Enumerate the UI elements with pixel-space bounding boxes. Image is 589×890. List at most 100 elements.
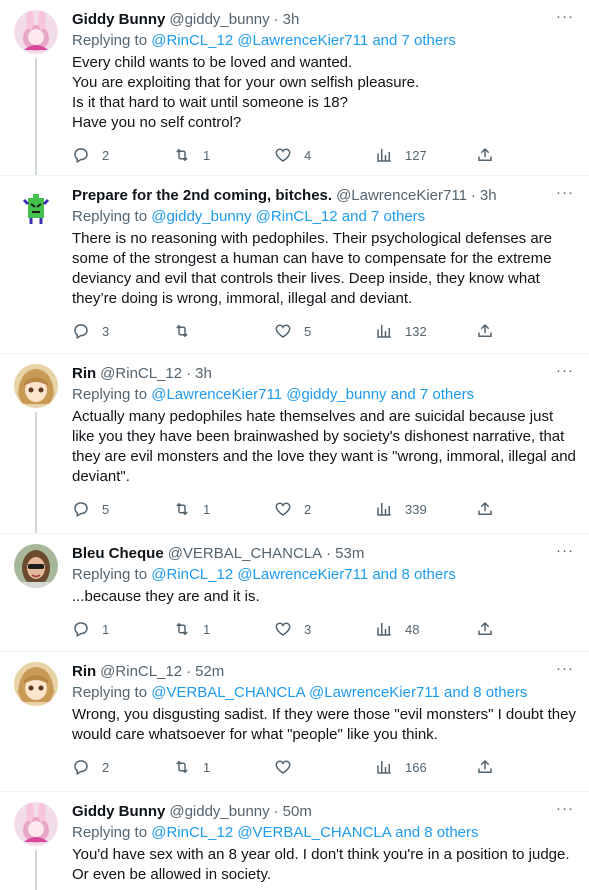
like-button[interactable]: 3 (274, 620, 334, 638)
reply-count: 5 (102, 501, 110, 517)
views-button[interactable]: 166 (375, 758, 435, 776)
like-button[interactable]: 2 (274, 500, 334, 518)
tweet[interactable]: Prepare for the 2nd coming, bitches. @La… (0, 176, 589, 354)
user-handle[interactable]: @LawrenceKier711 (336, 186, 467, 206)
display-name[interactable]: Giddy Bunny (72, 10, 165, 30)
reply-button[interactable]: 1 (72, 620, 132, 638)
like-button[interactable] (274, 758, 334, 776)
share-button[interactable] (476, 322, 496, 340)
action-bar: 5 1 2 339 (72, 499, 502, 519)
views-button[interactable]: 48 (375, 620, 435, 638)
view-count: 127 (405, 147, 427, 163)
tweet-header: Prepare for the 2nd coming, bitches. @La… (72, 186, 577, 206)
replying-mentions[interactable]: @RinCL_12 @LawrenceKier711 and 7 others (151, 32, 456, 49)
replying-prefix: Replying to (72, 208, 152, 225)
more-icon[interactable]: ··· (555, 543, 575, 562)
user-handle[interactable]: @RinCL_12 (100, 364, 182, 384)
thread-line (35, 850, 37, 890)
retweet-button[interactable] (173, 322, 233, 340)
reply-button[interactable]: 2 (72, 758, 132, 776)
more-icon[interactable]: ··· (555, 9, 575, 28)
more-icon[interactable]: ··· (555, 363, 575, 382)
replying-to: Replying to @giddy_bunny @RinCL_12 and 7… (72, 207, 577, 227)
avatar-column (12, 186, 60, 353)
tweet[interactable]: Bleu Cheque @VERBAL_CHANCLA · 53m Replyi… (0, 534, 589, 652)
timestamp[interactable]: 52m (195, 662, 224, 682)
like-count: 2 (304, 501, 312, 517)
retweet-button[interactable]: 1 (173, 758, 233, 776)
reply-count: 2 (102, 759, 110, 775)
like-count: 3 (304, 621, 312, 637)
timestamp[interactable]: 50m (283, 802, 312, 822)
like-button[interactable]: 4 (274, 146, 334, 164)
share-button[interactable] (476, 146, 496, 164)
like-button[interactable]: 5 (274, 322, 334, 340)
reply-count: 1 (102, 621, 110, 637)
share-button[interactable] (476, 758, 496, 776)
avatar[interactable] (14, 364, 58, 408)
replying-mentions[interactable]: @giddy_bunny @RinCL_12 and 7 others (151, 208, 425, 225)
tweet[interactable]: Giddy Bunny @giddy_bunny · 3h Replying t… (0, 0, 589, 176)
replying-prefix: Replying to (72, 566, 152, 583)
share-icon (478, 323, 492, 337)
avatar[interactable] (14, 544, 58, 588)
reply-button[interactable]: 5 (72, 500, 132, 518)
replying-mentions[interactable]: @RinCL_12 @VERBAL_CHANCLA and 8 others (151, 824, 478, 841)
tweet-text: Wrong, you disgusting sadist. If they we… (72, 706, 576, 743)
user-handle[interactable]: @RinCL_12 (100, 662, 182, 682)
display-name[interactable]: Rin (72, 364, 96, 384)
replying-prefix: Replying to (72, 684, 152, 701)
separator-dot: · (273, 11, 279, 28)
display-name[interactable]: Giddy Bunny (72, 802, 165, 822)
views-icon (377, 503, 391, 516)
display-name[interactable]: Rin (72, 662, 96, 682)
like-icon (275, 502, 291, 516)
avatar-column (12, 544, 60, 651)
tweet[interactable]: Rin @RinCL_12 · 3h Replying to @Lawrence… (0, 354, 589, 534)
more-icon[interactable]: ··· (555, 185, 575, 204)
timestamp[interactable]: 3h (480, 186, 497, 206)
avatar[interactable] (14, 802, 58, 846)
retweet-button[interactable]: 1 (173, 620, 233, 638)
replying-mentions[interactable]: @LawrenceKier711 @giddy_bunny and 7 othe… (151, 386, 474, 403)
more-icon[interactable]: ··· (555, 661, 575, 680)
views-icon (377, 325, 391, 338)
timestamp[interactable]: 53m (335, 544, 364, 564)
replying-mentions[interactable]: @VERBAL_CHANCLA @LawrenceKier711 and 8 o… (151, 684, 527, 701)
view-count: 166 (405, 759, 427, 775)
timestamp[interactable]: 3h (283, 10, 300, 30)
views-icon (377, 623, 391, 636)
views-button[interactable]: 339 (375, 500, 435, 518)
views-button[interactable]: 127 (375, 146, 435, 164)
views-button[interactable]: 132 (375, 322, 435, 340)
share-button[interactable] (476, 500, 496, 518)
avatar[interactable] (14, 10, 58, 54)
user-handle[interactable]: @VERBAL_CHANCLA (168, 544, 322, 564)
avatar[interactable] (14, 186, 58, 230)
reply-icon (74, 622, 88, 638)
replying-to: Replying to @RinCL_12 @LawrenceKier711 a… (72, 565, 577, 585)
reply-button[interactable]: 3 (72, 322, 132, 340)
reply-button[interactable]: 2 (72, 146, 132, 164)
user-handle[interactable]: @giddy_bunny (169, 10, 269, 30)
retweet-button[interactable]: 1 (173, 500, 233, 518)
display-name[interactable]: Prepare for the 2nd coming, bitches. (72, 186, 332, 206)
replying-to: Replying to @RinCL_12 @LawrenceKier711 a… (72, 31, 577, 51)
tweet[interactable]: Rin @RinCL_12 · 52m Replying to @VERBAL_… (0, 652, 589, 792)
share-button[interactable] (476, 620, 496, 638)
display-name[interactable]: Bleu Cheque (72, 544, 164, 564)
more-icon[interactable]: ··· (555, 801, 575, 820)
user-handle[interactable]: @giddy_bunny (169, 802, 269, 822)
separator-dot: · (186, 663, 192, 680)
avatar[interactable] (14, 662, 58, 706)
tweet-text: ...because they are and it is. (72, 588, 260, 605)
timestamp[interactable]: 3h (195, 364, 212, 384)
thread-line (35, 412, 37, 533)
like-icon (275, 148, 291, 162)
retweet-button[interactable]: 1 (173, 146, 233, 164)
replying-mentions[interactable]: @RinCL_12 @LawrenceKier711 and 8 others (151, 566, 456, 583)
retweet-count: 1 (203, 759, 211, 775)
tweet[interactable]: Giddy Bunny @giddy_bunny · 50m Replying … (0, 792, 589, 890)
replying-prefix: Replying to (72, 824, 152, 841)
reply-icon (74, 324, 88, 340)
